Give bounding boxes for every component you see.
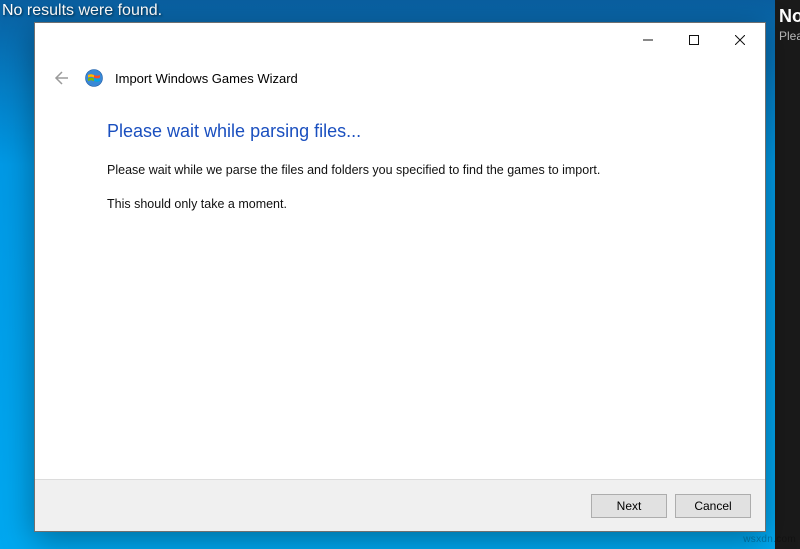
window-title: Import Windows Games Wizard (115, 71, 298, 86)
page-heading: Please wait while parsing files... (107, 121, 721, 142)
side-panel-title: No (775, 0, 800, 27)
close-icon (735, 35, 745, 45)
wizard-dialog: Import Windows Games Wizard Please wait … (34, 22, 766, 532)
wizard-content: Please wait while parsing files... Pleas… (35, 99, 765, 479)
windows-logo-icon (85, 69, 103, 87)
minimize-button[interactable] (625, 25, 671, 55)
wizard-header: Import Windows Games Wizard (35, 57, 765, 99)
back-button[interactable] (47, 65, 73, 91)
maximize-icon (689, 35, 699, 45)
side-panel-subtext: Plea (775, 27, 800, 45)
body-line-1: Please wait while we parse the files and… (107, 162, 721, 180)
maximize-button[interactable] (671, 25, 717, 55)
search-status-text: No results were found. (0, 2, 162, 20)
watermark-text: wsxdn.com (743, 534, 796, 545)
cancel-button[interactable]: Cancel (675, 494, 751, 518)
close-button[interactable] (717, 25, 763, 55)
wizard-footer: Next Cancel (35, 479, 765, 531)
minimize-icon (643, 35, 653, 45)
next-button[interactable]: Next (591, 494, 667, 518)
back-arrow-icon (50, 68, 70, 88)
side-dark-panel: No Plea (775, 0, 800, 549)
body-line-2: This should only take a moment. (107, 196, 721, 214)
window-titlebar (35, 23, 765, 57)
